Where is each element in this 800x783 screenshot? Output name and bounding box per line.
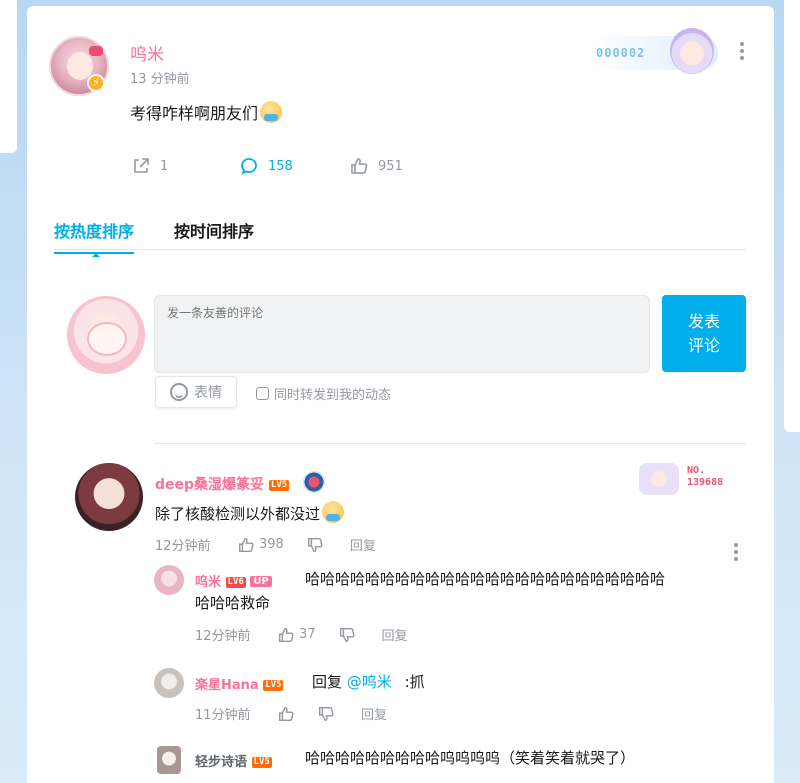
level-badge: LV5 <box>251 757 272 768</box>
thumbs-down-icon <box>307 537 323 552</box>
emoji-label: 表情 <box>194 385 222 401</box>
reply-text: 哈哈哈哈哈哈哈哈哈呜呜呜呜（笑着笑着就哭了） <box>305 749 636 767</box>
author-name[interactable]: 呜米 <box>130 40 164 65</box>
post-comment-button[interactable]: 发表 评论 <box>662 295 746 372</box>
reply-username-text: 轻步诗语 <box>195 755 248 770</box>
thumbs-up-icon <box>278 627 294 642</box>
reply-username-text: 楽星Hana <box>195 678 259 693</box>
post-text: 考得咋样啊朋友们 <box>130 100 283 124</box>
reply-content: :抓 <box>404 673 425 691</box>
background-card-left <box>0 0 17 153</box>
emoji-button[interactable]: 表情 <box>155 376 237 408</box>
reply-dislike-button[interactable] <box>338 626 356 644</box>
comment-text-content: 除了核酸检测以外都没过 <box>155 505 321 523</box>
reply-time: 11分钟前 <box>195 708 251 723</box>
share-button[interactable]: 1 <box>131 156 168 176</box>
divider <box>154 443 746 444</box>
hug-emoji-icon <box>260 101 283 123</box>
comment-reply-button[interactable]: 回复 <box>350 535 376 554</box>
tab-hot-sort[interactable]: 按热度排序 <box>54 218 135 257</box>
thumbs-up-icon <box>351 158 368 174</box>
background-card-right <box>784 0 800 432</box>
up-tag: UP <box>250 576 272 587</box>
post-text-content: 考得咋样啊朋友们 <box>130 104 259 123</box>
my-avatar <box>67 296 145 374</box>
comment-meta: 12分钟前 398 回复 <box>155 535 376 554</box>
comment-username-text: deep桑湿爆篆妥 <box>155 477 265 493</box>
level-badge: LV5 <box>263 680 284 691</box>
mention-link[interactable]: @呜米 <box>347 673 392 691</box>
comment-input[interactable] <box>154 295 650 373</box>
smile-icon <box>170 383 188 401</box>
reply-dislike-button[interactable] <box>317 705 335 723</box>
nameplate-badge: NO. 139688 <box>639 463 735 495</box>
medal-icon <box>303 471 325 493</box>
reply-meta: 12分钟前 37 回复 <box>195 625 408 644</box>
comment-username[interactable]: deep桑湿爆篆妥 LV5 <box>155 474 290 494</box>
reply-avatar[interactable] <box>157 746 181 774</box>
comment-more-icon[interactable] <box>733 543 739 564</box>
fan-number: 000002 <box>596 46 646 60</box>
nameplate-number-line2: 139688 <box>687 477 724 488</box>
repost-label: 同时转发到我的动态 <box>274 388 392 403</box>
sort-tabs: 按热度排序 按时间排序 <box>54 218 746 257</box>
reply-like-count: 37 <box>299 627 316 642</box>
comment-like-count: 398 <box>259 537 284 552</box>
nameplate-character-icon <box>639 463 679 495</box>
thinking-emoji-icon <box>322 501 345 523</box>
reply-avatar[interactable] <box>154 668 184 698</box>
comment-text: 除了核酸检测以外都没过 <box>155 501 345 526</box>
thumbs-down-icon <box>339 627 355 642</box>
tab-time-sort[interactable]: 按时间排序 <box>174 218 254 242</box>
fan-number-badge[interactable]: 000002 <box>590 28 718 74</box>
post-time: 13 分钟前 <box>130 72 190 87</box>
comment-avatar[interactable] <box>75 463 143 531</box>
comment-dislike-button[interactable] <box>306 536 324 554</box>
thumbs-up-icon <box>278 706 294 721</box>
thumbs-down-icon <box>318 706 334 721</box>
reply-text: 回复 @呜米 :抓 <box>312 670 425 694</box>
like-count: 951 <box>378 158 403 174</box>
comment-count: 158 <box>268 158 293 174</box>
more-options-icon[interactable] <box>739 42 745 64</box>
reply-username[interactable]: 呜米 LV6 UP <box>195 571 272 590</box>
lightning-badge-icon: ⚡ <box>87 74 105 92</box>
comment-button[interactable]: 158 <box>239 156 293 176</box>
reply-avatar[interactable] <box>154 565 184 595</box>
nameplate-number: NO. 139688 <box>687 465 723 489</box>
checkbox-box[interactable] <box>256 387 269 400</box>
reply-text-line2: 哈哈哈救命 <box>195 594 271 612</box>
reply-username[interactable]: 轻步诗语 LV5 <box>195 751 272 770</box>
reply-prefix: 回复 <box>312 673 343 691</box>
thumbs-up-icon <box>238 537 254 552</box>
comment-time: 12分钟前 <box>155 539 211 554</box>
avatar-ribbon <box>89 46 103 56</box>
comment-icon <box>241 158 257 175</box>
reply-like-button[interactable]: 37 <box>277 626 316 644</box>
level-badge: LV6 <box>225 577 246 588</box>
reply-time: 12分钟前 <box>195 629 251 644</box>
like-button[interactable]: 951 <box>349 156 403 176</box>
reply-reply-button[interactable]: 回复 <box>382 625 408 644</box>
post-comment-label-2: 评论 <box>687 335 720 355</box>
fan-badge-character-icon <box>670 28 714 74</box>
post-comment-label-1: 发表 <box>687 311 720 331</box>
dynamic-detail-card: ⚡ 呜米 13 分钟前 考得咋样啊朋友们 000002 1 158 951 按热… <box>27 6 774 783</box>
share-icon <box>134 158 149 173</box>
repost-checkbox[interactable]: 同时转发到我的动态 <box>256 384 391 403</box>
level-badge: LV5 <box>268 480 290 491</box>
reply-username[interactable]: 楽星Hana LV5 <box>195 674 284 693</box>
reply-username-text: 呜米 <box>195 575 222 590</box>
reply-reply-button[interactable]: 回复 <box>361 704 387 723</box>
comment-like-button[interactable]: 398 <box>237 536 284 554</box>
reply-like-button[interactable] <box>277 705 295 723</box>
nameplate-number-line1: NO. <box>687 465 706 476</box>
reply-meta: 11分钟前 回复 <box>195 704 387 723</box>
share-count: 1 <box>160 158 169 174</box>
reply-text: 哈哈哈哈哈哈哈哈哈哈哈哈哈哈哈哈哈哈哈哈哈哈哈哈 <box>305 570 666 588</box>
